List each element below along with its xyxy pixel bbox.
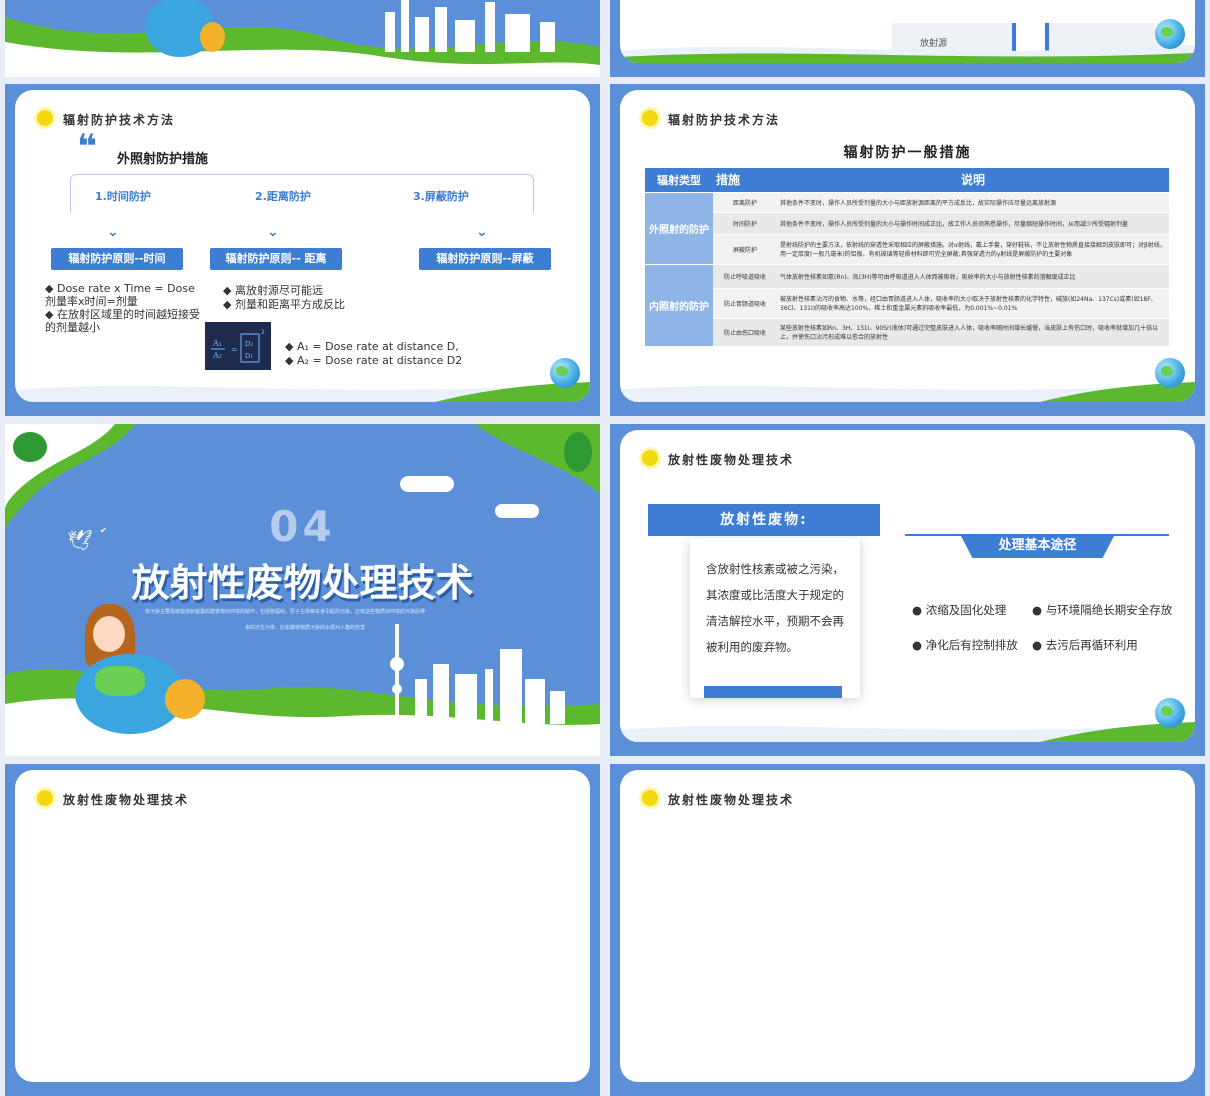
method-item-3: ● 净化后有控制排放 xyxy=(912,638,1018,652)
table-row: 时间防护 其他条件不变时，操作人员所受剂量的大小与操作时间成正比，故工作人员须熟… xyxy=(645,212,1169,235)
chevron-down-icon: ⌄ xyxy=(267,224,279,240)
yellow-dot-icon xyxy=(642,450,658,466)
yellow-dot-icon xyxy=(642,110,658,126)
slide-panel: 放射性废物处理技术 放射性废物: 含放射性核素或被之污染，其浓度或比活度大于规定… xyxy=(620,430,1195,742)
table-row: 防止由伤口吸收 某些放射性核素如Rn、3H、131I、90Sr(液体)可通过完整… xyxy=(645,318,1169,347)
definition-text: 含放射性核素或被之污染，其浓度或比活度大于规定的清洁解控水平，预期不会再被利用的… xyxy=(706,562,844,654)
yellow-dot-icon xyxy=(642,790,658,806)
principle-distance-button[interactable]: 辐射防护原则-- 距离 xyxy=(210,248,342,270)
svg-text:A₁: A₁ xyxy=(212,339,222,348)
header-desc: 说明 xyxy=(777,168,1169,193)
section-title: 辐射防护技术方法 xyxy=(63,113,176,127)
measures-table: 辐射类型 措施 说明 外照射的防护 距离防护 其他条件不变时，操作人员所受剂量的… xyxy=(645,168,1169,347)
svg-text:D₁: D₁ xyxy=(245,352,253,360)
formula-bullet-2: ◆ A₂ = Dose rate at distance D2 xyxy=(285,354,463,367)
globe-icon xyxy=(1155,19,1185,49)
slide-5-section-title[interactable]: 🕊 ✔ 04 放射性废物处理技术 核污染主要指核能放射装置的建筑物对环境的破坏，… xyxy=(5,424,600,756)
cloud-icon xyxy=(400,476,454,492)
header-type: 辐射类型 xyxy=(645,168,713,193)
table-title: 辐射防护一般措施 xyxy=(843,145,972,161)
slide-2-cropped[interactable]: 放射源 xyxy=(610,0,1205,77)
section-title: 辐射防护技术方法 xyxy=(668,113,781,127)
definition-title: 放射性废物: xyxy=(648,504,880,536)
slide-panel: 放射性废物处理技术 xyxy=(15,770,590,1082)
section-title: 放射性废物处理技术 xyxy=(668,453,795,467)
globe-icon xyxy=(1155,698,1185,728)
formula-bullet-1: ◆ A₁ = Dose rate at distance D, xyxy=(285,340,459,353)
methods-ribbon: 处理基本途径 xyxy=(960,534,1115,558)
leaf-decoration xyxy=(200,22,225,52)
tree-decoration xyxy=(13,432,47,462)
bottom-wave xyxy=(15,382,590,402)
header-measure: 措施 xyxy=(713,168,777,193)
bottom-wave xyxy=(620,382,1195,402)
method-item-1: ● 浓缩及固化处理 xyxy=(912,603,1007,617)
slide-7-cropped[interactable]: 放射性废物处理技术 xyxy=(5,764,600,1096)
method-item-4: ● 去污后再循环利用 xyxy=(1032,638,1138,652)
svg-text:=: = xyxy=(231,345,238,354)
slide-8-cropped[interactable]: 放射性废物处理技术 xyxy=(610,764,1205,1096)
time-bullet-1: ◆ Dose rate x Time = Dose 剂量率x时间=剂量 xyxy=(45,282,195,308)
principle-time-button[interactable]: 辐射防护原则--时间 xyxy=(51,248,183,270)
globe-icon xyxy=(550,358,580,388)
heading: 外照射防护措施 xyxy=(117,152,209,167)
tab-time[interactable]: 1.时间防护 xyxy=(95,188,151,204)
bottom-wave xyxy=(620,722,1195,742)
slide-panel: 放射源 xyxy=(620,0,1195,63)
city-skyline-icon xyxy=(385,0,555,52)
slide-3-external-protection[interactable]: 辐射防护技术方法 ❝ 外照射防护措施 1.时间防护 2.距离防护 3.屏蔽防护 … xyxy=(5,84,600,416)
tab-shield[interactable]: 3.屏蔽防护 xyxy=(413,188,469,204)
slide-1-cropped[interactable] xyxy=(5,0,600,77)
table-row: 内照射的防护 防止呼吸道吸收 气体放射性核素如氡(Rn)、氚(3H)等可由呼吸道… xyxy=(645,264,1169,347)
chevron-down-icon: ⌄ xyxy=(476,224,488,240)
slide-6-waste-definition[interactable]: 放射性废物处理技术 放射性废物: 含放射性核素或被之污染，其浓度或比活度大于规定… xyxy=(610,424,1205,756)
girl-hugging-earth-illustration xyxy=(45,604,215,734)
section-number: 04 xyxy=(269,502,336,551)
bottom-wave xyxy=(620,45,1195,63)
slide-panel: 辐射防护技术方法 辐射防护一般措施 辐射类型 措施 说明 外照射的防护 距离防护… xyxy=(620,90,1195,402)
table-row: 防止胃肠道吸收 被放射性核素沾污的食物、水等，经口由胃肠道进入人体，吸收率的大小… xyxy=(645,288,1169,319)
table-row: 屏蔽防护 是射线防护的主要方法，依射线的穿透性采取相应的屏蔽措施。对α射线，戴上… xyxy=(645,234,1169,265)
table-row: 外照射的防护 距离防护 其他条件不变时，操作人员所受剂量的大小与距放射源距离的平… xyxy=(645,192,1169,265)
distance-bullet-2: ◆ 剂量和距离平方成反比 xyxy=(223,298,345,311)
method-item-2: ● 与环境隔绝长期安全存放 xyxy=(1032,603,1173,617)
formula-image: A₁ A₂ = D₂ D₁ 2 xyxy=(205,322,271,370)
chevron-down-icon: ⌄ xyxy=(107,224,119,240)
tab-distance[interactable]: 2.距离防护 xyxy=(255,188,311,204)
time-bullet-2: ◆ 在放射区域里的时间越短接受的剂量越小 xyxy=(45,308,200,334)
quote-mark-icon: ❝ xyxy=(77,127,97,167)
group-external: 外照射的防护 xyxy=(645,192,713,265)
svg-text:2: 2 xyxy=(261,329,265,336)
yellow-dot-icon xyxy=(37,110,53,126)
svg-text:D₂: D₂ xyxy=(245,340,253,348)
section-title: 放射性废物处理技术 xyxy=(131,561,474,605)
city-skyline-icon xyxy=(390,624,565,724)
slide-panel: 辐射防护技术方法 ❝ 外照射防护措施 1.时间防护 2.距离防护 3.屏蔽防护 … xyxy=(15,90,590,402)
yellow-dot-icon xyxy=(37,790,53,806)
definition-card-bar xyxy=(704,686,842,698)
svg-text:A₂: A₂ xyxy=(212,351,222,360)
globe-icon xyxy=(1155,358,1185,388)
slide-4-general-measures[interactable]: 辐射防护技术方法 辐射防护一般措施 辐射类型 措施 说明 外照射的防护 距离防护… xyxy=(610,84,1205,416)
group-internal: 内照射的防护 xyxy=(645,264,713,347)
principle-shield-button[interactable]: 辐射防护原则--屏蔽 xyxy=(419,248,551,270)
tree-decoration-2 xyxy=(564,432,592,472)
slide-panel: 放射性废物处理技术 xyxy=(620,770,1195,1082)
